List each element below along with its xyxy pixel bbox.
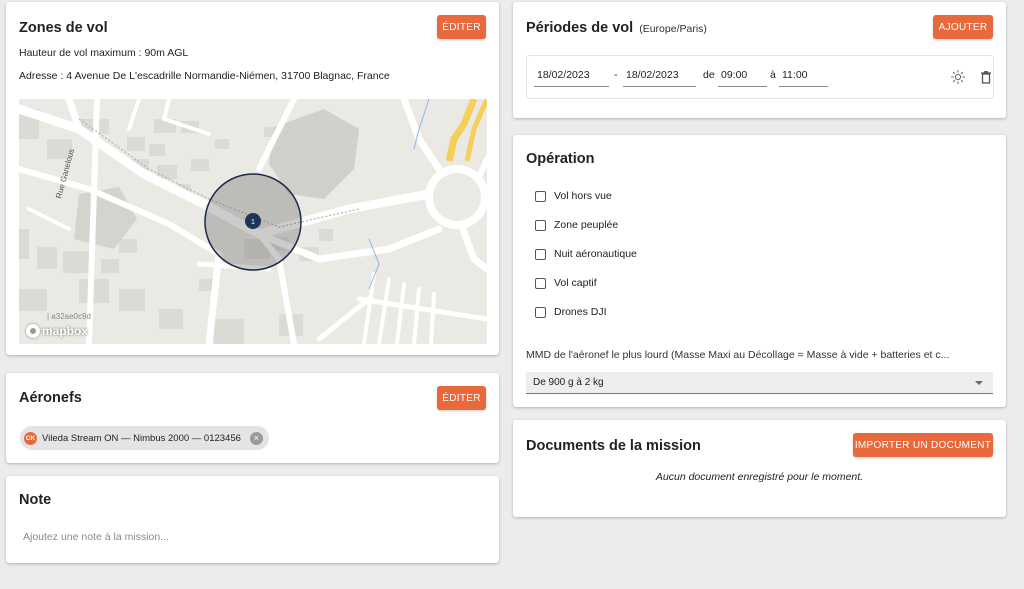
import-document-button[interactable]: IMPORTER UN DOCUMENT — [853, 433, 993, 457]
mapbox-logo-text: mapbox — [42, 324, 89, 338]
note-title: Note — [19, 492, 52, 508]
mmd-select-value: De 900 g à 2 kg — [533, 377, 604, 388]
note-input[interactable]: Ajoutez une note à la mission... — [23, 531, 169, 543]
option-label: Zone peuplée — [554, 219, 619, 231]
documents-card: Documents de la mission IMPORTER UN DOCU… — [513, 420, 1006, 517]
start-date-field[interactable]: 18/02/2023 — [534, 67, 609, 87]
zones-edit-button[interactable]: ÉDITER — [437, 15, 486, 39]
empty-documents-text: Aucun document enregistré pour le moment… — [655, 471, 864, 483]
max-height-text: Hauteur de vol maximum : 90m AGL — [19, 47, 189, 59]
option-nuit-aeronautique[interactable]: Nuit aéronautique — [535, 248, 637, 260]
map-canvas[interactable]: Rue Ganelous 1 — [19, 99, 487, 344]
checkbox[interactable] — [535, 190, 546, 202]
operation-card: Opération Vol hors vue Zone peuplée Nuit… — [513, 135, 1006, 407]
from-label: de — [703, 69, 715, 81]
option-label: Vol hors vue — [554, 190, 612, 202]
date-separator: - — [614, 69, 618, 81]
mmd-select[interactable]: De 900 g à 2 kg — [526, 372, 993, 394]
trash-icon[interactable] — [978, 69, 994, 85]
close-icon[interactable]: × — [249, 431, 263, 445]
option-vol-captif[interactable]: Vol captif — [535, 277, 597, 289]
end-time-field[interactable]: 11:00 — [779, 67, 828, 87]
periodes-title: Périodes de vol (Europe/Paris) — [526, 20, 707, 36]
note-card: Note Ajoutez une note à la mission... — [6, 476, 499, 563]
aircraft-avatar: CK — [24, 431, 37, 445]
checkbox[interactable] — [535, 306, 546, 318]
option-drones-dji[interactable]: Drones DJI — [535, 306, 607, 318]
operation-title: Opération — [526, 151, 595, 167]
sun-icon[interactable] — [950, 69, 966, 85]
aircraft-chip[interactable]: CK Vileda Stream ON — Nimbus 2000 — 0123… — [20, 426, 269, 450]
add-period-button[interactable]: AJOUTER — [933, 15, 993, 39]
checkbox[interactable] — [535, 248, 546, 260]
option-label: Drones DJI — [554, 306, 607, 318]
start-time-field[interactable]: 09:00 — [718, 67, 767, 87]
option-label: Nuit aéronautique — [554, 248, 637, 260]
chevron-down-icon — [975, 381, 983, 385]
option-label: Vol captif — [554, 277, 597, 289]
option-vol-hors-vue[interactable]: Vol hors vue — [535, 190, 612, 202]
mapbox-icon — [26, 324, 40, 338]
aircraft-chip-label: Vileda Stream ON — Nimbus 2000 — 0123456 — [42, 432, 241, 444]
checkbox[interactable] — [535, 277, 546, 289]
timezone-label: (Europe/Paris) — [639, 23, 707, 35]
map-view[interactable]: Rue Ganelous 1 | a32ae0c9d mapbox — [19, 99, 487, 344]
option-zone-peuplee[interactable]: Zone peuplée — [535, 219, 618, 231]
end-date-field[interactable]: 18/02/2023 — [623, 67, 696, 87]
aeronefs-edit-button[interactable]: ÉDITER — [437, 386, 486, 410]
documents-title: Documents de la mission — [526, 438, 701, 454]
checkbox[interactable] — [535, 219, 546, 231]
zones-card: Zones de vol ÉDITER Hauteur de vol maxim… — [6, 2, 499, 355]
period-row: 18/02/2023 - 18/02/2023 de 09:00 à 11:00 — [526, 55, 994, 99]
zones-title: Zones de vol — [19, 20, 108, 36]
map-attribution: | a32ae0c9d — [47, 312, 91, 321]
mmd-label: MMD de l'aéronef le plus lourd (Masse Ma… — [526, 349, 950, 361]
to-label: à — [770, 69, 776, 81]
mapbox-logo[interactable]: mapbox — [26, 324, 88, 338]
aeronefs-card: Aéronefs ÉDITER CK Vileda Stream ON — Ni… — [6, 373, 499, 463]
periodes-title-text: Périodes de vol — [526, 20, 634, 36]
zone-marker-number: 1 — [251, 219, 255, 226]
address-text: Adresse : 4 Avenue De L'escadrille Norma… — [19, 70, 390, 82]
periodes-card: Périodes de vol (Europe/Paris) AJOUTER 1… — [513, 2, 1006, 118]
aeronefs-title: Aéronefs — [19, 390, 82, 406]
